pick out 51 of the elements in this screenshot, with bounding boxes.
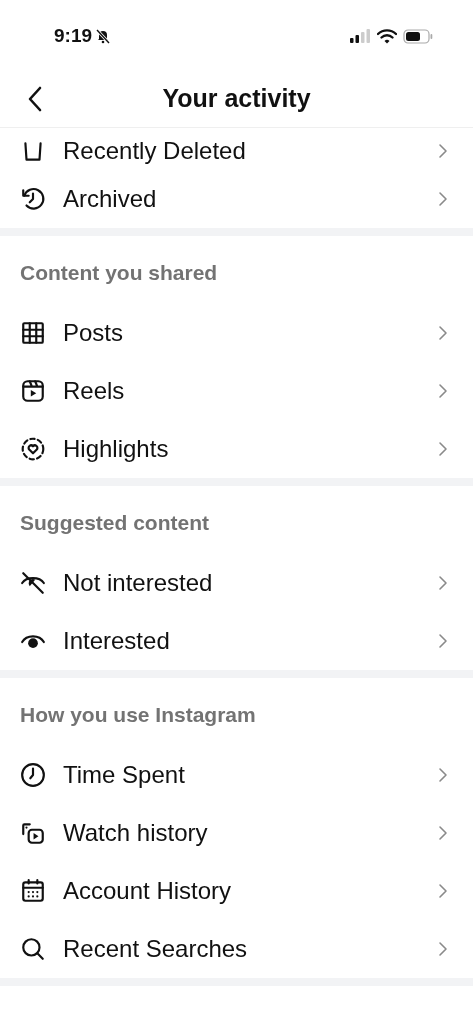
- page-title: Your activity: [162, 82, 311, 114]
- calendar-icon: [20, 878, 46, 904]
- chevron-right-icon: [437, 882, 449, 900]
- chevron-right-icon: [437, 940, 449, 958]
- chevron-right-icon: [437, 766, 449, 784]
- menu-item-label: Archived: [63, 185, 158, 213]
- menu-item-label: Interested: [63, 627, 171, 655]
- menu-item[interactable]: Time Spent: [0, 746, 473, 804]
- chevron-right-icon: [437, 382, 449, 400]
- status-time: 9:19: [54, 23, 93, 48]
- bell-slash-icon: [95, 28, 112, 44]
- menu-item[interactable]: Watch history: [0, 804, 473, 862]
- chevron-right-icon: [437, 440, 449, 458]
- menu-item-label: Watch history: [63, 819, 209, 847]
- menu-item[interactable]: Not interested: [0, 554, 473, 612]
- menu-item-label: Not interested: [63, 569, 214, 597]
- back-icon: [27, 85, 43, 112]
- signal-icon: [349, 29, 371, 43]
- menu-item[interactable]: Interested: [0, 612, 473, 670]
- menu-item[interactable]: Recent Searches: [0, 920, 473, 978]
- chevron-right-icon: [437, 824, 449, 842]
- section-heading: Suggested content: [20, 510, 210, 536]
- menu-item[interactable]: Archived: [0, 170, 473, 228]
- battery-icon: [403, 28, 433, 44]
- chevron-right-icon: [437, 190, 449, 208]
- reels-icon: [20, 378, 46, 404]
- grid-icon: [20, 320, 46, 346]
- chevron-right-icon: [437, 324, 449, 342]
- chevron-right-icon: [437, 142, 449, 160]
- section-heading: How you use Instagram: [20, 702, 257, 728]
- menu-item-label: Recent Searches: [63, 935, 249, 963]
- menu-item-label: Posts: [63, 319, 125, 347]
- eye-off-icon: [20, 570, 46, 596]
- menu-item[interactable]: Reels: [0, 362, 473, 420]
- menu-item[interactable]: Account History: [0, 862, 473, 920]
- menu-item[interactable]: Posts: [0, 304, 473, 362]
- menu-item-label: Time Spent: [63, 761, 186, 789]
- menu-item-label: Recently Deleted: [63, 137, 247, 165]
- history-icon: [20, 186, 46, 212]
- menu-item[interactable]: Recently Deleted: [0, 128, 473, 170]
- menu-item-label: Reels: [63, 377, 126, 405]
- clock-icon: [20, 762, 46, 788]
- search-icon: [20, 936, 46, 962]
- menu-item-label: Account History: [63, 877, 233, 905]
- video-history-icon: [20, 820, 46, 846]
- menu-item[interactable]: Highlights: [0, 420, 473, 478]
- chevron-right-icon: [437, 574, 449, 592]
- chevron-right-icon: [437, 632, 449, 650]
- wifi-icon: [377, 28, 397, 44]
- menu-item-label: Highlights: [63, 435, 170, 463]
- section-heading: Content you shared: [20, 260, 219, 286]
